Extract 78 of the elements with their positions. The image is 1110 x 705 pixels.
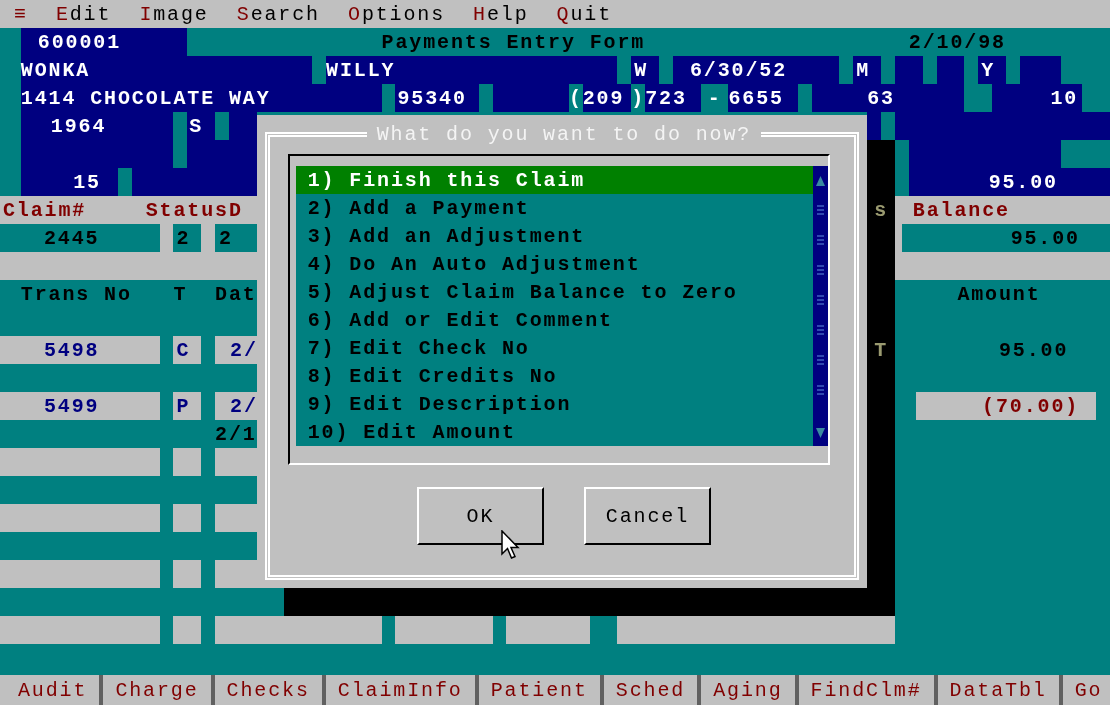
- status-field[interactable]: 2: [173, 224, 202, 252]
- address-field[interactable]: 1414 CHOCOLATE WAY: [20, 84, 382, 112]
- empty-field[interactable]: [131, 168, 257, 196]
- empty-field[interactable]: [0, 448, 160, 476]
- date-field[interactable]: 2: [215, 224, 257, 252]
- option-item[interactable]: 1) Finish this Claim: [295, 166, 813, 194]
- phone-punctuation: (: [568, 85, 583, 112]
- code-field[interactable]: M: [853, 56, 882, 84]
- claim-number-field[interactable]: 2445: [0, 224, 160, 252]
- column-header: Amount: [957, 281, 1042, 308]
- first-name-field[interactable]: WILLY: [326, 56, 618, 84]
- column-label: D: [228, 197, 244, 224]
- number-field[interactable]: 10: [992, 84, 1083, 112]
- amount-field[interactable]: (70.00): [915, 392, 1097, 420]
- empty-field[interactable]: [0, 560, 160, 588]
- code-field[interactable]: S: [187, 112, 216, 140]
- year-field[interactable]: 1964: [20, 112, 174, 140]
- date-field[interactable]: 2/: [215, 392, 257, 420]
- empty-field[interactable]: [1019, 56, 1062, 84]
- empty-field[interactable]: [173, 448, 202, 476]
- menu-item[interactable]: Search: [236, 2, 320, 26]
- area-code-field[interactable]: 209: [582, 84, 632, 112]
- empty-field[interactable]: [215, 448, 257, 476]
- empty-field[interactable]: [215, 616, 382, 644]
- empty-field[interactable]: [936, 56, 965, 84]
- zip-field[interactable]: 95340: [395, 84, 479, 112]
- menu-item[interactable]: Options: [348, 2, 446, 26]
- empty-field[interactable]: [867, 112, 882, 140]
- empty-field[interactable]: [492, 84, 569, 112]
- menu-item[interactable]: Edit: [55, 2, 112, 26]
- mouse-pointer-icon: [500, 530, 521, 560]
- shadowed-text: T: [874, 337, 888, 364]
- shadowed-text: s: [874, 197, 888, 224]
- number-field[interactable]: 63: [811, 84, 895, 112]
- menu-item[interactable]: Quit: [556, 2, 613, 26]
- column-header: Dat: [215, 281, 257, 308]
- trans-number-field[interactable]: 5499: [0, 392, 160, 420]
- column-label: Status: [145, 197, 229, 224]
- date-text: 2/1: [215, 421, 257, 448]
- empty-field[interactable]: [894, 56, 923, 84]
- trans-number-field[interactable]: 5498: [0, 336, 160, 364]
- code-field[interactable]: Y: [978, 56, 1006, 84]
- menu-item[interactable]: Image: [139, 2, 209, 26]
- empty-field[interactable]: [0, 616, 160, 644]
- empty-field[interactable]: [0, 504, 160, 532]
- menu-item[interactable]: Help: [473, 2, 529, 26]
- account-field[interactable]: 600001: [20, 28, 188, 56]
- ok-button[interactable]: OK: [416, 487, 544, 545]
- column-header: T: [173, 281, 189, 308]
- column-header: Trans No: [20, 281, 133, 308]
- empty-field[interactable]: [506, 616, 590, 644]
- column-label: Balance: [911, 197, 1011, 224]
- phone-prefix-field[interactable]: 723: [645, 84, 701, 112]
- type-field[interactable]: P: [173, 392, 202, 420]
- empty-field[interactable]: [617, 616, 895, 644]
- empty-field[interactable]: [395, 616, 493, 644]
- birth-date-field[interactable]: 6/30/52: [672, 56, 840, 84]
- empty-field[interactable]: [215, 504, 257, 532]
- initial-field[interactable]: W: [631, 56, 660, 84]
- column-label: Claim#: [2, 197, 88, 224]
- phone-number-field[interactable]: 6655: [728, 84, 798, 112]
- cancel-button[interactable]: Cancel: [583, 487, 711, 545]
- amount-text: 95.00: [999, 337, 1070, 364]
- phone-punctuation: -: [706, 85, 723, 112]
- menu-item[interactable]: ≡: [14, 2, 28, 26]
- date-field[interactable]: 2/: [215, 336, 257, 364]
- empty-field[interactable]: [173, 616, 202, 644]
- last-name-field[interactable]: WONKA: [20, 56, 313, 84]
- type-field[interactable]: C: [173, 336, 202, 364]
- number-field[interactable]: 15: [20, 168, 118, 196]
- balance-field[interactable]: 95.00: [901, 224, 1110, 252]
- empty-field[interactable]: [173, 560, 202, 588]
- phone-punctuation: ): [631, 85, 646, 112]
- amount-field[interactable]: 95.00: [908, 168, 1110, 196]
- empty-field[interactable]: [173, 504, 202, 532]
- empty-field[interactable]: [215, 560, 257, 588]
- form-title: Payments Entry Form: [381, 29, 647, 56]
- date-text: 2/10/98: [908, 29, 1007, 56]
